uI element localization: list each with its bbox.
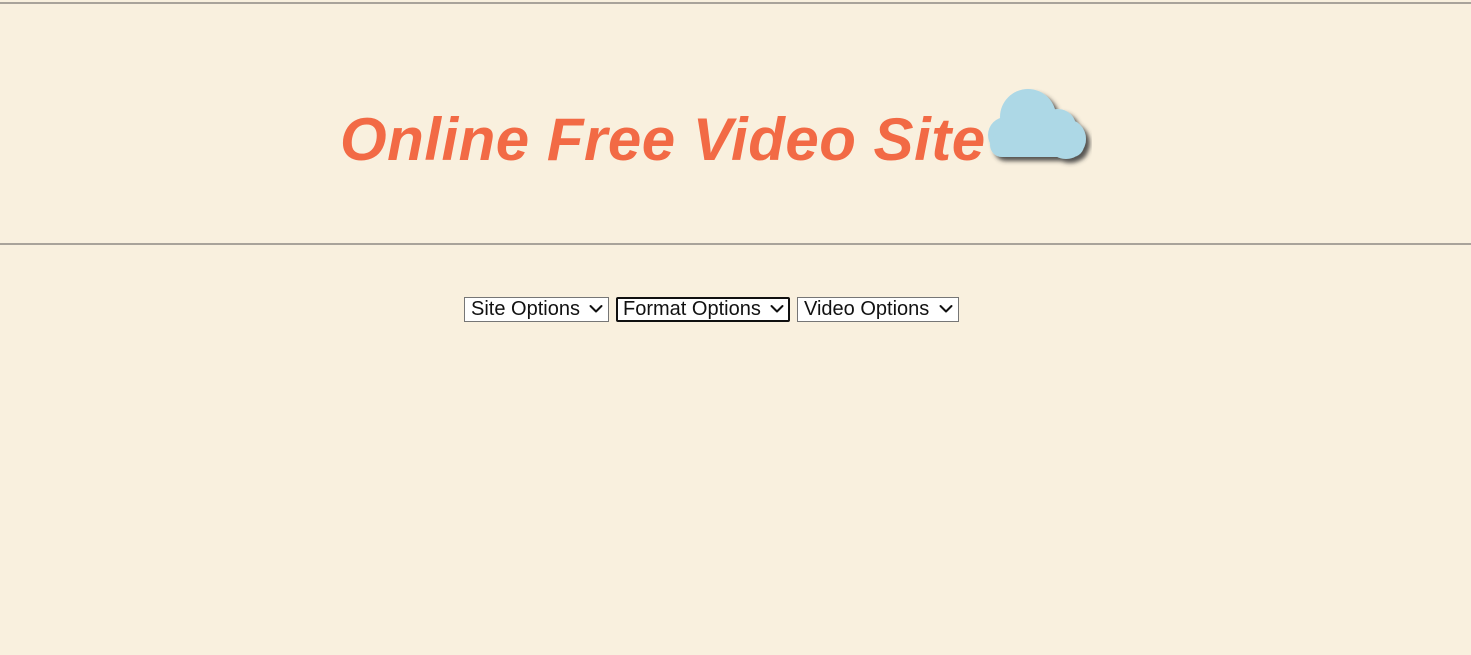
options-bar: Site Options Format Options Video Option… xyxy=(464,297,959,322)
chevron-down-icon xyxy=(939,304,953,312)
video-options-select[interactable]: Video Options xyxy=(797,297,959,322)
page: Online Free Video Site Site Options Form… xyxy=(0,0,1471,655)
chevron-down-icon xyxy=(770,304,784,312)
header-divider xyxy=(0,243,1471,245)
site-options-select[interactable]: Site Options xyxy=(464,297,609,322)
cloud-icon xyxy=(988,89,1086,159)
format-options-label: Format Options xyxy=(623,298,761,320)
site-header: Online Free Video Site xyxy=(0,4,1471,243)
video-options-label: Video Options xyxy=(804,298,930,320)
site-options-label: Site Options xyxy=(471,298,580,320)
format-options-select[interactable]: Format Options xyxy=(616,297,790,322)
chevron-down-icon xyxy=(589,304,603,312)
site-title: Online Free Video Site xyxy=(340,106,986,173)
title-wrap: Online Free Video Site xyxy=(340,84,986,184)
